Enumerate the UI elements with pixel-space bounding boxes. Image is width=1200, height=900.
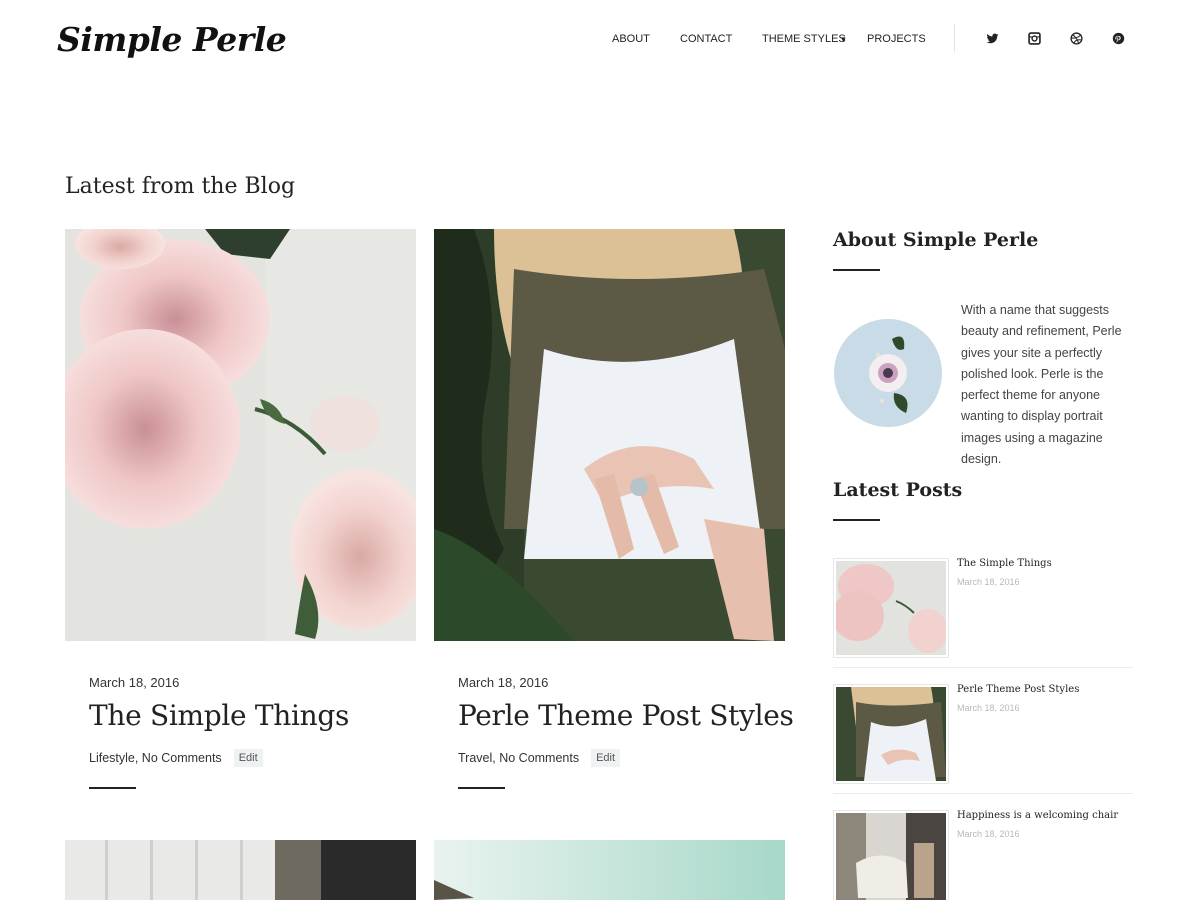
latest-post-separator: [833, 667, 1133, 668]
latest-post-item[interactable]: Happiness is a welcoming chair March 18,…: [833, 810, 1133, 900]
post-date: March 18, 2016: [89, 675, 180, 690]
nav-divider: [954, 24, 955, 52]
widget-divider: [833, 519, 880, 521]
post-categories[interactable]: Lifestyle, No Comments: [89, 751, 222, 765]
widget-divider: [833, 269, 880, 271]
post-card: March 18, 2016 Perle Theme Post Styles T…: [434, 229, 794, 829]
nav-item-projects[interactable]: PROJECTS: [867, 33, 926, 45]
post-title[interactable]: The Simple Things: [89, 699, 349, 732]
post-title[interactable]: Perle Theme Post Styles: [458, 699, 794, 732]
latest-post-title[interactable]: Perle Theme Post Styles: [957, 684, 1079, 695]
post-date: March 18, 2016: [458, 675, 549, 690]
post-image-sky[interactable]: [434, 840, 785, 900]
latest-post-date: March 18, 2016: [957, 577, 1020, 587]
post-card: March 18, 2016 The Simple Things Lifesty…: [65, 229, 416, 829]
latest-post-title[interactable]: The Simple Things: [957, 558, 1052, 569]
post-image-roses[interactable]: [65, 229, 416, 641]
latest-post-date: March 18, 2016: [957, 829, 1020, 839]
pinterest-icon[interactable]: [1111, 31, 1125, 45]
site-header: Simple Perle ABOUT CONTACT THEME STYLES …: [0, 0, 1200, 80]
post-divider: [458, 787, 505, 789]
nav-item-theme-styles-label: THEME STYLES: [762, 33, 846, 45]
post-image-woman[interactable]: [434, 229, 785, 641]
site-logo[interactable]: Simple Perle: [57, 20, 287, 59]
post-meta: Lifestyle, No Comments Edit: [89, 749, 263, 767]
latest-post-separator: [833, 793, 1133, 794]
latest-post-title[interactable]: Happiness is a welcoming chair: [957, 810, 1118, 821]
instagram-icon[interactable]: [1027, 31, 1041, 45]
widget-title-about: About Simple Perle: [833, 229, 1039, 251]
chevron-down-icon[interactable]: ▾: [841, 34, 846, 45]
post-image-interior[interactable]: [65, 840, 416, 900]
latest-post-item[interactable]: Perle Theme Post Styles March 18, 2016: [833, 684, 1133, 804]
latest-post-item[interactable]: The Simple Things March 18, 2016: [833, 558, 1133, 678]
nav-item-about[interactable]: ABOUT: [612, 33, 650, 45]
post-meta: Travel, No Comments Edit: [458, 749, 621, 767]
latest-post-thumb[interactable]: [833, 810, 949, 900]
edit-button[interactable]: Edit: [591, 749, 621, 767]
latest-post-thumb[interactable]: [833, 684, 949, 784]
nav-item-contact[interactable]: CONTACT: [680, 33, 732, 45]
widget-title-latest-posts: Latest Posts: [833, 479, 963, 501]
post-categories[interactable]: Travel, No Comments: [458, 751, 579, 765]
latest-post-thumb[interactable]: [833, 558, 949, 658]
latest-post-date: March 18, 2016: [957, 703, 1020, 713]
about-image: [834, 319, 942, 427]
section-title: Latest from the Blog: [65, 174, 296, 199]
nav-item-theme-styles[interactable]: THEME STYLES: [762, 33, 846, 45]
post-divider: [89, 787, 136, 789]
twitter-icon[interactable]: [985, 31, 999, 45]
dribbble-icon[interactable]: [1069, 31, 1083, 45]
about-text: With a name that suggests beauty and ref…: [961, 303, 1122, 467]
edit-button[interactable]: Edit: [233, 749, 263, 767]
